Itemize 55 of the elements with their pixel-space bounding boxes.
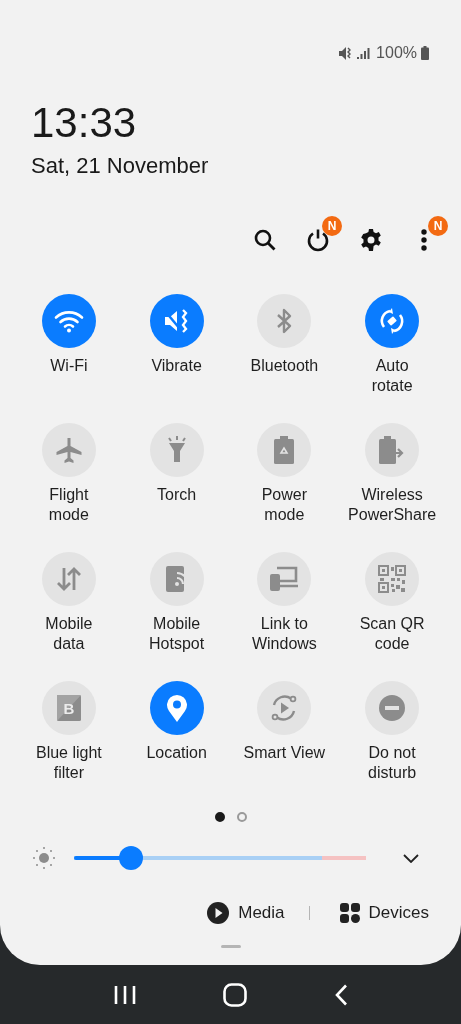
toggle-label: Power mode (260, 485, 309, 525)
quick-toggle[interactable] (365, 294, 420, 348)
toggle-label: Do not disturb (367, 743, 418, 783)
toggle-label: Mobile Hotspot (148, 614, 206, 654)
wifi-icon (53, 309, 84, 333)
qr-code-icon (378, 565, 407, 593)
toggle-label: Vibrate (150, 356, 203, 376)
toggle-label: Scan QR code (358, 614, 426, 654)
signal-icon (357, 47, 371, 59)
battery-icon (421, 46, 429, 60)
phone-and-monitor-icon (269, 566, 300, 592)
battery-percentage: 100% (376, 44, 417, 62)
bluetooth-icon (275, 308, 294, 334)
toggle-label: Location (145, 743, 208, 763)
up-down-arrows-icon (55, 566, 82, 592)
letter-b-filter-icon: B (56, 695, 81, 721)
battery-share-icon (379, 436, 406, 464)
toggle-label: Flight mode (47, 485, 90, 525)
quick-toggle[interactable]: B (41, 681, 96, 735)
toggle-label: Auto rotate (370, 356, 414, 396)
power-icon (306, 228, 330, 252)
location-pin-icon (165, 694, 188, 722)
toggle-label: Wireless PowerShare (347, 485, 438, 525)
toggle-label: Torch (156, 485, 198, 505)
home-icon (222, 982, 247, 1007)
back-icon (333, 983, 348, 1006)
toggle-label: Link to Windows (250, 614, 318, 654)
toggle-label: Bluetooth (249, 356, 320, 376)
quick-toggle[interactable] (149, 294, 204, 348)
airplane-icon (54, 436, 83, 464)
settings-icon (359, 228, 383, 252)
media-button[interactable]: Media (207, 902, 285, 924)
notification-badge: N (322, 216, 342, 236)
slider-thumb[interactable] (118, 846, 143, 870)
notification-badge: N (428, 216, 448, 236)
clock-time: 13:33 (31, 100, 138, 146)
toggle-label: Wi-Fi (49, 356, 89, 376)
play-icon (207, 902, 230, 924)
battery-recycle-icon (274, 436, 295, 464)
date-text: Sat, 21 November (31, 152, 210, 180)
more-options-icon (421, 229, 427, 251)
four-squares-icon (339, 903, 360, 923)
quick-toggle[interactable] (41, 294, 96, 348)
quick-toggle[interactable] (149, 681, 204, 735)
chevron-down-icon (403, 853, 419, 863)
devices-button[interactable]: Devices (339, 903, 429, 923)
brightness-icon (32, 846, 56, 870)
recent-apps-icon (113, 984, 136, 1005)
minus-circle-icon (379, 695, 406, 721)
toggle-label: Mobile data (44, 614, 94, 654)
smart-view-icon (270, 694, 299, 722)
toggle-label: Blue light filter (34, 743, 103, 783)
drag-handle[interactable] (220, 945, 241, 948)
toggle-label: Smart View (242, 743, 327, 763)
search-icon (254, 229, 276, 251)
